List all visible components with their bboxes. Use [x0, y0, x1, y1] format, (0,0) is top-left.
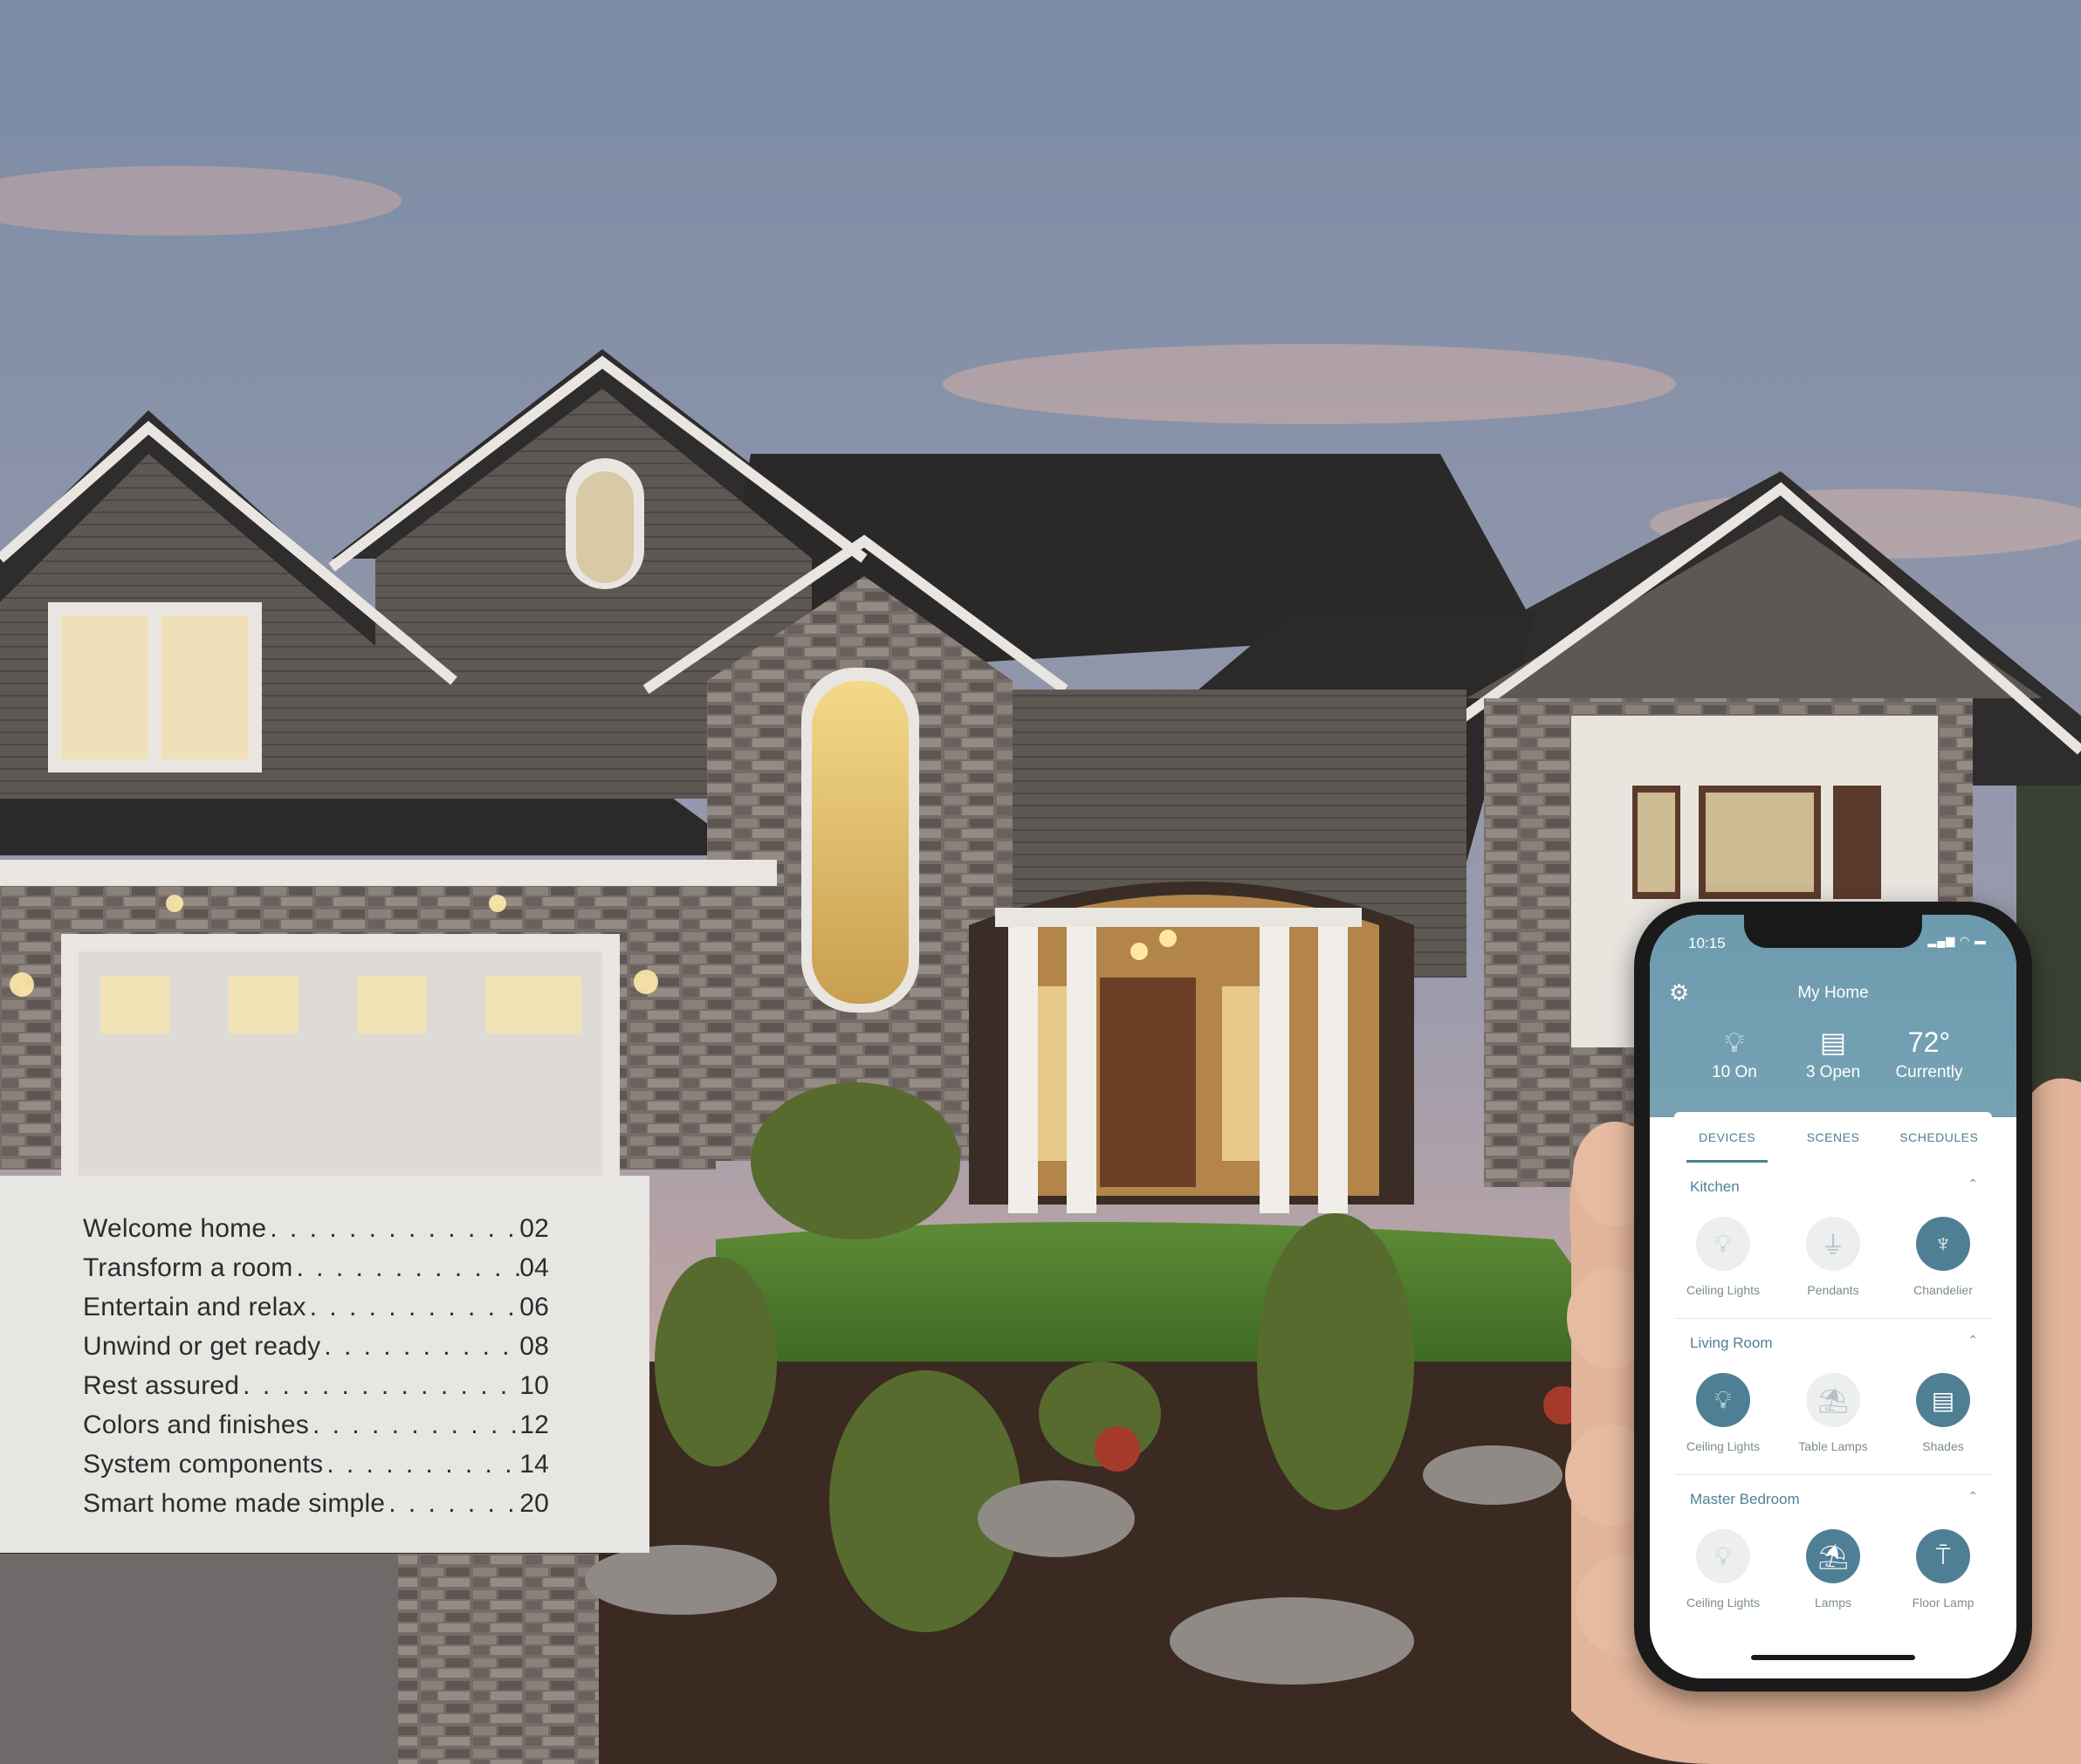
bulb-icon: 💡︎: [1696, 1529, 1750, 1583]
toc-entry-page: 08: [519, 1332, 549, 1361]
room-section-living-room: Living Room ⌃ 💡︎ Ceiling Lights ⛱ Table …: [1674, 1319, 1992, 1475]
toc-entry-title: Entertain and relax: [83, 1293, 306, 1321]
bulb-icon: 💡︎: [1696, 1373, 1750, 1427]
toc-entry[interactable]: Entertain and relax. . . . . . . . . . .…: [83, 1293, 549, 1332]
device-tile[interactable]: 💡︎ Ceiling Lights: [1674, 1529, 1772, 1610]
app-tabs: DEVICES SCENES SCHEDULES: [1674, 1112, 1992, 1163]
toc-leader-dots: . . . . . . . . . . . . . . . . . . . . …: [312, 1411, 520, 1439]
toc-entry-title: System components: [83, 1450, 324, 1479]
toc-entry[interactable]: Smart home made simple. . . . . . . . . …: [83, 1489, 549, 1528]
room-list: Kitchen ⌃ 💡︎ Ceiling Lights ⏚ Pendants ♆…: [1674, 1163, 1992, 1630]
device-tile[interactable]: ▤ Shades: [1894, 1373, 1992, 1453]
toc-entry[interactable]: Transform a room. . . . . . . . . . . . …: [83, 1253, 549, 1293]
toc-entry-title: Smart home made simple: [83, 1489, 386, 1518]
toc-leader-dots: . . . . . . . . . . . . . . . . . . . . …: [324, 1332, 519, 1361]
room-name: Master Bedroom: [1690, 1491, 1800, 1507]
device-label: Ceiling Lights: [1686, 1596, 1761, 1610]
device-tile[interactable]: ⍑ Floor Lamp: [1894, 1529, 1992, 1610]
device-tile[interactable]: ⏚ Pendants: [1784, 1217, 1882, 1297]
table-lamp-icon: ⛱: [1806, 1373, 1860, 1427]
toc-entry-page: 04: [519, 1253, 549, 1282]
pendant-icon: ⏚: [1806, 1217, 1860, 1271]
bulb-icon: 💡︎: [1724, 1026, 1745, 1058]
tab-scenes[interactable]: SCENES: [1780, 1112, 1885, 1163]
temperature-value: 72°: [1907, 1026, 1951, 1058]
floor-lamp-icon: ⍑: [1916, 1529, 1970, 1583]
toc-entry-title: Welcome home: [83, 1214, 267, 1243]
toc-entry[interactable]: Unwind or get ready. . . . . . . . . . .…: [83, 1332, 549, 1371]
device-label: Pendants: [1807, 1283, 1859, 1297]
device-label: Floor Lamp: [1912, 1596, 1975, 1610]
chevron-up-icon[interactable]: ⌃: [1968, 1177, 1978, 1191]
device-label: Chandelier: [1913, 1283, 1973, 1297]
toc-leader-dots: . . . . . . . . . . . . . . . . . . . . …: [309, 1293, 520, 1321]
device-label: Ceiling Lights: [1686, 1283, 1761, 1297]
device-label: Table Lamps: [1798, 1439, 1868, 1453]
summary-label: Currently: [1895, 1063, 1963, 1081]
chevron-up-icon[interactable]: ⌃: [1968, 1333, 1978, 1348]
toc-entry-page: 20: [519, 1489, 549, 1518]
shades-open-summary[interactable]: ▤ 3 Open: [1785, 1025, 1881, 1082]
toc-entry-page: 02: [519, 1214, 549, 1243]
device-label: Lamps: [1814, 1596, 1852, 1610]
phone-notch: [1744, 915, 1922, 948]
toc-entry[interactable]: Welcome home. . . . . . . . . . . . . . …: [83, 1214, 549, 1253]
device-tile[interactable]: ♆ Chandelier: [1894, 1217, 1992, 1297]
summary-label: 3 Open: [1805, 1063, 1861, 1081]
app-header: 10:15 ▂▄▆ ◠ ▬ ⚙ My Home 💡︎ 10 On ▤ 3 Ope…: [1650, 915, 2016, 1117]
room-section-kitchen: Kitchen ⌃ 💡︎ Ceiling Lights ⏚ Pendants ♆…: [1674, 1163, 1992, 1319]
toc-leader-dots: . . . . . . . . . . . . . . . . . . . . …: [388, 1489, 519, 1518]
lights-on-summary[interactable]: 💡︎ 10 On: [1686, 1025, 1782, 1082]
device-tile[interactable]: ⛱ Table Lamps: [1784, 1373, 1882, 1453]
chevron-up-icon[interactable]: ⌃: [1968, 1489, 1978, 1504]
toc-leader-dots: . . . . . . . . . . . . . . . . . . . . …: [326, 1450, 519, 1479]
bulb-icon: 💡︎: [1696, 1217, 1750, 1271]
room-name: Kitchen: [1690, 1178, 1740, 1195]
tab-schedules[interactable]: SCHEDULES: [1886, 1112, 1992, 1163]
room-name: Living Room: [1690, 1335, 1773, 1351]
home-indicator[interactable]: [1751, 1655, 1915, 1660]
toc-entry[interactable]: Rest assured. . . . . . . . . . . . . . …: [83, 1371, 549, 1411]
toc-entry-page: 10: [519, 1371, 549, 1400]
chandelier-icon: ♆: [1916, 1217, 1970, 1271]
room-section-master-bedroom: Master Bedroom ⌃ 💡︎ Ceiling Lights ⛱ Lam…: [1674, 1475, 1992, 1630]
toc-leader-dots: . . . . . . . . . . . . . . . . . . . . …: [296, 1253, 519, 1282]
device-tile[interactable]: ⛱ Lamps: [1784, 1529, 1882, 1610]
toc-entry-page: 06: [519, 1293, 549, 1321]
device-tile[interactable]: 💡︎ Ceiling Lights: [1674, 1217, 1772, 1297]
status-time: 10:15: [1688, 935, 1726, 951]
toc-entry-title: Rest assured: [83, 1371, 240, 1400]
summary-label: 10 On: [1712, 1063, 1757, 1081]
toc-entry-title: Unwind or get ready: [83, 1332, 321, 1361]
shade-icon: ▤: [1916, 1373, 1970, 1427]
home-title: My Home: [1797, 984, 1869, 1002]
device-tile[interactable]: 💡︎ Ceiling Lights: [1674, 1373, 1772, 1453]
tab-devices[interactable]: DEVICES: [1674, 1112, 1780, 1163]
lamp-icon: ⛱: [1806, 1529, 1860, 1583]
device-label: Ceiling Lights: [1686, 1439, 1761, 1453]
shade-icon: ▤: [1819, 1026, 1847, 1058]
toc-entry-title: Colors and finishes: [83, 1411, 309, 1439]
toc-entry-page: 14: [519, 1450, 549, 1479]
toc-entry[interactable]: Colors and finishes. . . . . . . . . . .…: [83, 1411, 549, 1450]
phone-screen: 10:15 ▂▄▆ ◠ ▬ ⚙ My Home 💡︎ 10 On ▤ 3 Ope…: [1650, 915, 2016, 1678]
temperature-summary[interactable]: 72° Currently: [1881, 1025, 1977, 1082]
toc-leader-dots: . . . . . . . . . . . . . . . . . . . . …: [270, 1214, 519, 1243]
table-of-contents: Welcome home. . . . . . . . . . . . . . …: [0, 1176, 649, 1553]
toc-leader-dots: . . . . . . . . . . . . . . . . . . . . …: [243, 1371, 519, 1400]
toc-entry-title: Transform a room: [83, 1253, 293, 1282]
toc-entry[interactable]: System components. . . . . . . . . . . .…: [83, 1450, 549, 1489]
toc-entry-page: 12: [519, 1411, 549, 1439]
device-label: Shades: [1922, 1439, 1964, 1453]
signal-wifi-battery-icon: ▂▄▆ ◠ ▬: [1927, 934, 1987, 947]
